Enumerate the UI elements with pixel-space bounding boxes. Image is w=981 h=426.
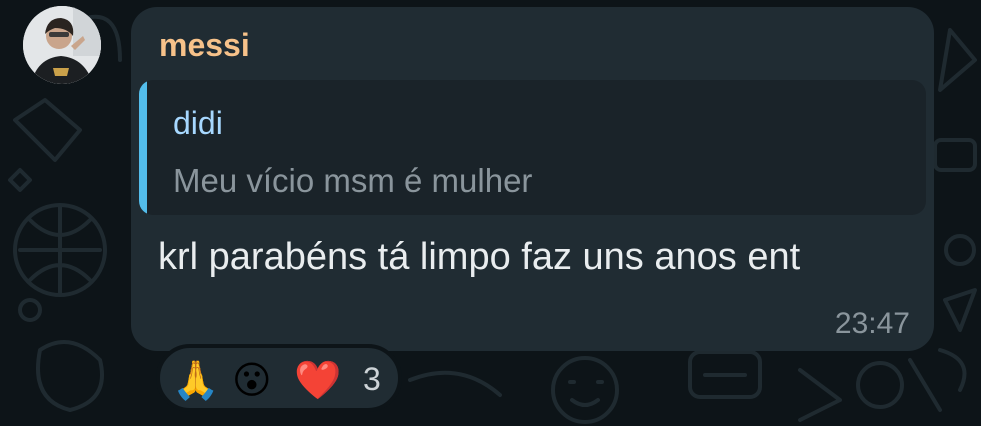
astonished-face-reaction-icon: 😮 — [232, 358, 272, 402]
reactions-pill[interactable]: 🙏 😮 ❤️ 3 — [156, 344, 402, 412]
message-text: krl parabéns tá limpo faz uns anos ent — [158, 236, 801, 278]
reply-quote[interactable]: didi Meu vício msm é mulher — [139, 80, 926, 215]
sender-avatar[interactable] — [23, 6, 101, 84]
chat-background: messi didi Meu vício msm é mulher krl pa… — [0, 0, 981, 426]
quote-accent-bar — [139, 80, 147, 215]
red-heart-reaction-icon: ❤️ — [294, 358, 342, 402]
quote-author: didi — [173, 105, 223, 141]
folded-hands-reaction-icon: 🙏 — [172, 358, 220, 402]
reaction-count: 3 — [363, 361, 381, 397]
message-time: 23:47 — [834, 307, 910, 340]
quote-text: Meu vício msm é mulher — [173, 162, 533, 199]
message-bubble[interactable]: messi didi Meu vício msm é mulher krl pa… — [131, 7, 934, 351]
sender-name[interactable]: messi — [159, 28, 250, 62]
avatar-photo-icon — [23, 6, 101, 84]
